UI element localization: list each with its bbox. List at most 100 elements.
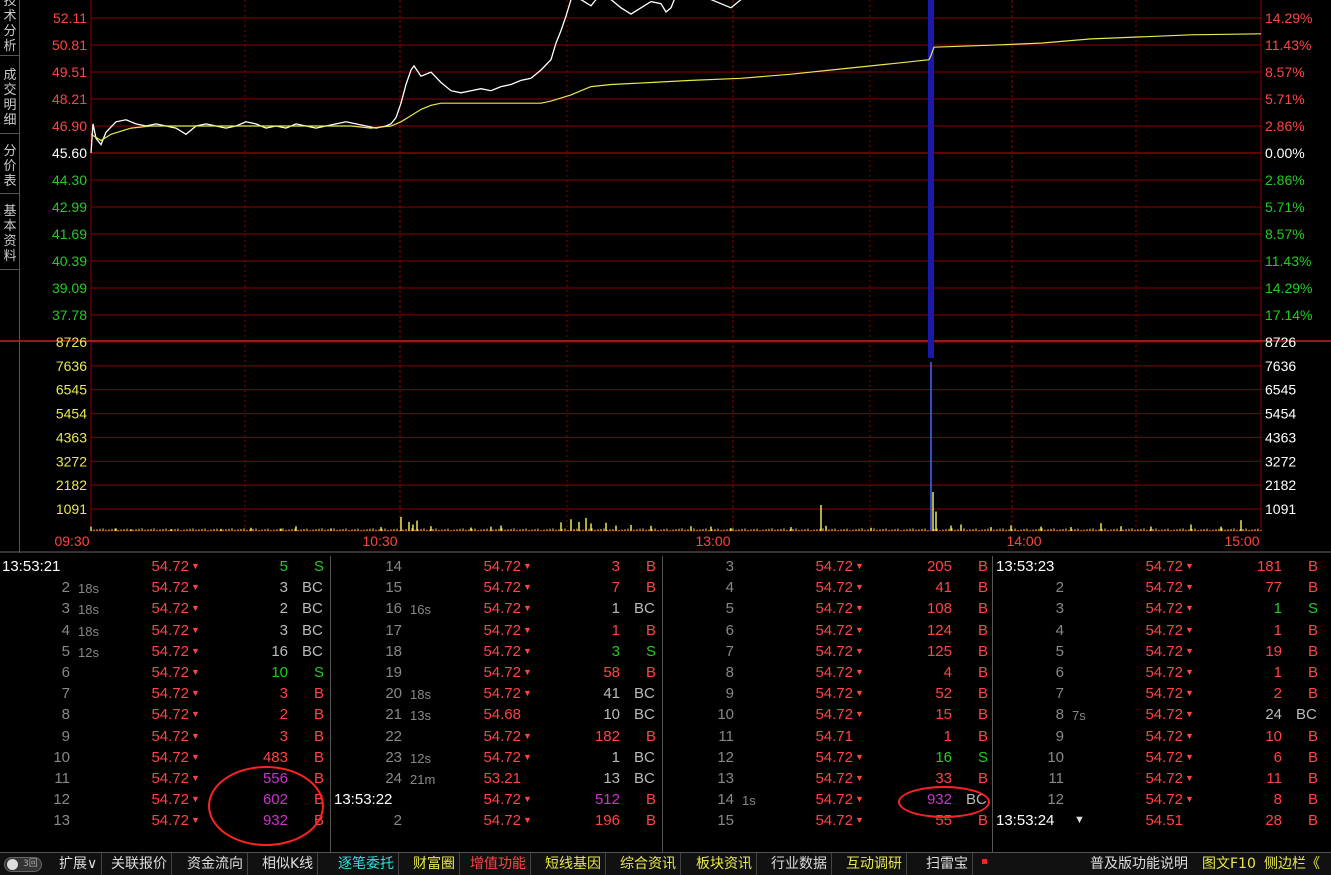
toolbar-item[interactable]: 行业数据 <box>767 853 832 875</box>
tick-row[interactable]: 23 12s 54.72 ▼ 1 BC <box>332 747 664 768</box>
tick-row[interactable]: 22 54.72 ▼ 182 B <box>332 726 664 747</box>
tick-row[interactable]: 18 54.72 ▼ 3 S <box>332 641 664 662</box>
tick-price: 54.72 <box>151 812 189 830</box>
tick-row[interactable]: 4 54.72 ▼ 41 B <box>664 577 996 598</box>
tick-row[interactable]: 15 54.72 ▼ 7 B <box>332 577 664 598</box>
toolbar-item[interactable]: 互动调研 <box>842 853 907 875</box>
price-down-arrow-icon: ▼ <box>1185 582 1194 593</box>
tick-row[interactable]: 19 54.72 ▼ 58 B <box>332 662 664 683</box>
tick-row[interactable]: 9 54.72 ▼ 3 B <box>0 726 332 747</box>
tick-row[interactable]: 4 54.72 ▼ 1 B <box>994 620 1326 641</box>
tick-row[interactable]: 13:53:24 ▼ 54.51 28 B <box>994 810 1326 831</box>
panel-toggle-switch[interactable]: 3回 <box>4 857 42 872</box>
price-down-arrow-icon: ▼ <box>855 815 864 826</box>
toolbar-item[interactable]: 增值功能 <box>466 853 531 875</box>
price-down-arrow-icon: ▼ <box>523 730 532 741</box>
tick-row[interactable]: 4 18s 54.72 ▼ 3 BC <box>0 620 332 641</box>
tick-row[interactable]: 11 54.71 1 B <box>664 726 996 747</box>
tick-row[interactable]: 5 12s 54.72 ▼ 16 BC <box>0 641 332 662</box>
tick-row[interactable]: 8 54.72 ▼ 2 B <box>0 704 332 725</box>
tick-direction: B <box>1308 579 1319 597</box>
tick-direction: BC <box>302 579 323 597</box>
price-down-arrow-icon: ▼ <box>855 645 864 656</box>
toolbar-item[interactable]: 资金流向 <box>183 853 248 875</box>
toolbar-item[interactable]: 相似K线 <box>258 853 319 875</box>
tick-price: 54.72 <box>815 770 853 787</box>
toolbar-right-item[interactable]: 普及版功能说明 <box>1088 853 1190 875</box>
tick-row[interactable]: 9 54.72 ▼ 52 B <box>664 683 996 704</box>
tick-row[interactable]: 8 54.72 ▼ 4 B <box>664 662 996 683</box>
tick-volume: 19 <box>1265 642 1282 660</box>
tick-price: 54.72 <box>1145 727 1183 745</box>
tick-price: 54.72 <box>151 791 189 809</box>
tick-price: 53.21 <box>483 770 521 787</box>
tick-row[interactable]: 6 54.72 ▼ 124 B <box>664 620 996 641</box>
tick-row[interactable]: 12 54.72 ▼ 16 S <box>664 747 996 768</box>
price-down-arrow-icon: ▼ <box>191 730 200 741</box>
tick-row[interactable]: 3 18s 54.72 ▼ 2 BC <box>0 598 332 619</box>
toolbar-item[interactable]: 扫雷宝 <box>922 853 973 875</box>
price-down-arrow-icon: ▼ <box>191 561 200 571</box>
tick-row[interactable]: 17 54.72 ▼ 1 B <box>332 620 664 641</box>
tick-row[interactable]: 13:53:23 54.72 ▼ 181 B <box>994 556 1326 577</box>
tick-row[interactable]: 7 54.72 ▼ 125 B <box>664 641 996 662</box>
tick-price: 54.72 <box>1145 642 1183 660</box>
tick-row[interactable]: 5 54.72 ▼ 108 B <box>664 598 996 619</box>
tick-row[interactable]: 12 54.72 ▼ 8 B <box>994 789 1326 810</box>
toolbar-item[interactable]: 关联报价 <box>107 853 172 875</box>
tick-direction: B <box>646 812 657 830</box>
tick-row[interactable]: 20 18s 54.72 ▼ 41 BC <box>332 683 664 704</box>
tick-row[interactable]: 11 54.72 ▼ 11 B <box>994 768 1326 789</box>
tick-row[interactable]: 10 54.72 ▼ 483 B <box>0 747 332 768</box>
tick-row[interactable]: 9 54.72 ▼ 10 B <box>994 726 1326 747</box>
toolbar-item[interactable]: 综合资讯 <box>616 853 681 875</box>
toolbar-right-item[interactable]: 侧边栏《 <box>1262 853 1322 875</box>
toolbar-item[interactable]: 板块资讯 <box>692 853 757 875</box>
price-down-arrow-icon: ▼ <box>1185 561 1194 571</box>
tick-direction: B <box>978 770 989 787</box>
tick-row[interactable]: 13:53:21 54.72 ▼ 5 S <box>0 556 332 577</box>
tick-row[interactable]: 5 54.72 ▼ 19 B <box>994 641 1326 662</box>
tick-direction: B <box>978 685 989 703</box>
toolbar-item[interactable]: 扩展∨ <box>55 853 103 875</box>
tick-row[interactable]: 6 54.72 ▼ 1 B <box>994 662 1326 683</box>
tick-price: 54.72 <box>483 685 521 703</box>
tick-time: 4 <box>61 621 70 639</box>
toolbar-item[interactable]: 短线基因 <box>541 853 606 875</box>
price-down-arrow-icon: ▼ <box>1185 709 1194 720</box>
toolbar-item[interactable]: 财富圈 <box>409 853 460 875</box>
tick-price: 54.72 <box>151 770 189 787</box>
tick-row[interactable]: 16 16s 54.72 ▼ 1 BC <box>332 598 664 619</box>
tick-price: 54.72 <box>483 812 521 830</box>
price-axis-label: 41.69 <box>52 226 87 242</box>
tick-direction: B <box>314 706 325 724</box>
tick-time: 2 <box>1055 579 1064 597</box>
tick-row[interactable]: 7 54.72 ▼ 2 B <box>994 683 1326 704</box>
tick-row[interactable]: 21 13s 54.68 10 BC <box>332 704 664 725</box>
tick-interval: 7s <box>1072 708 1086 724</box>
tick-scroll-marker-icon[interactable]: ▼ <box>1074 814 1085 826</box>
tick-interval: 1s <box>742 793 756 809</box>
tick-price: 54.72 <box>815 812 853 830</box>
tick-row[interactable]: 6 54.72 ▼ 10 S <box>0 662 332 683</box>
tick-row[interactable]: 7 54.72 ▼ 3 B <box>0 683 332 704</box>
tick-row[interactable]: 2 54.72 ▼ 77 B <box>994 577 1326 598</box>
tick-row[interactable]: 3 54.72 ▼ 205 B <box>664 556 996 577</box>
intraday-chart[interactable]: 52.11 14.29% 50.81 11.43% 49.51 8.57% 48.21 5.7… <box>0 0 1331 553</box>
tick-row[interactable]: 2 54.72 ▼ 196 B <box>332 810 664 831</box>
toolbar-item[interactable]: 逐笔委托 <box>334 853 399 875</box>
tick-row[interactable]: 8 7s 54.72 ▼ 24 BC <box>994 704 1326 725</box>
tick-row[interactable]: 10 54.72 ▼ 15 B <box>664 704 996 725</box>
tick-volume: 1 <box>611 748 620 766</box>
toolbar-right-item[interactable]: 图文F10 <box>1200 853 1258 875</box>
tick-row[interactable]: 24 21m 53.21 13 BC <box>332 768 664 789</box>
tick-row[interactable]: 13:53:22 54.72 ▼ 512 B <box>332 789 664 810</box>
tick-row[interactable]: 14 54.72 ▼ 3 B <box>332 556 664 577</box>
price-down-arrow-icon: ▼ <box>855 667 864 677</box>
tick-row[interactable]: 10 54.72 ▼ 6 B <box>994 747 1326 768</box>
tick-time: 16 <box>385 600 402 618</box>
tick-row[interactable]: 2 18s 54.72 ▼ 3 BC <box>0 577 332 598</box>
tick-price: 54.72 <box>815 664 853 681</box>
tick-row[interactable]: 3 54.72 ▼ 1 S <box>994 598 1326 619</box>
tick-detail-panel[interactable]: 13:53:21 54.72 ▼ 5 S 2 18s 54.72 ▼ 3 BC 3 18s 54.72 ▼ 2… <box>0 556 1331 852</box>
